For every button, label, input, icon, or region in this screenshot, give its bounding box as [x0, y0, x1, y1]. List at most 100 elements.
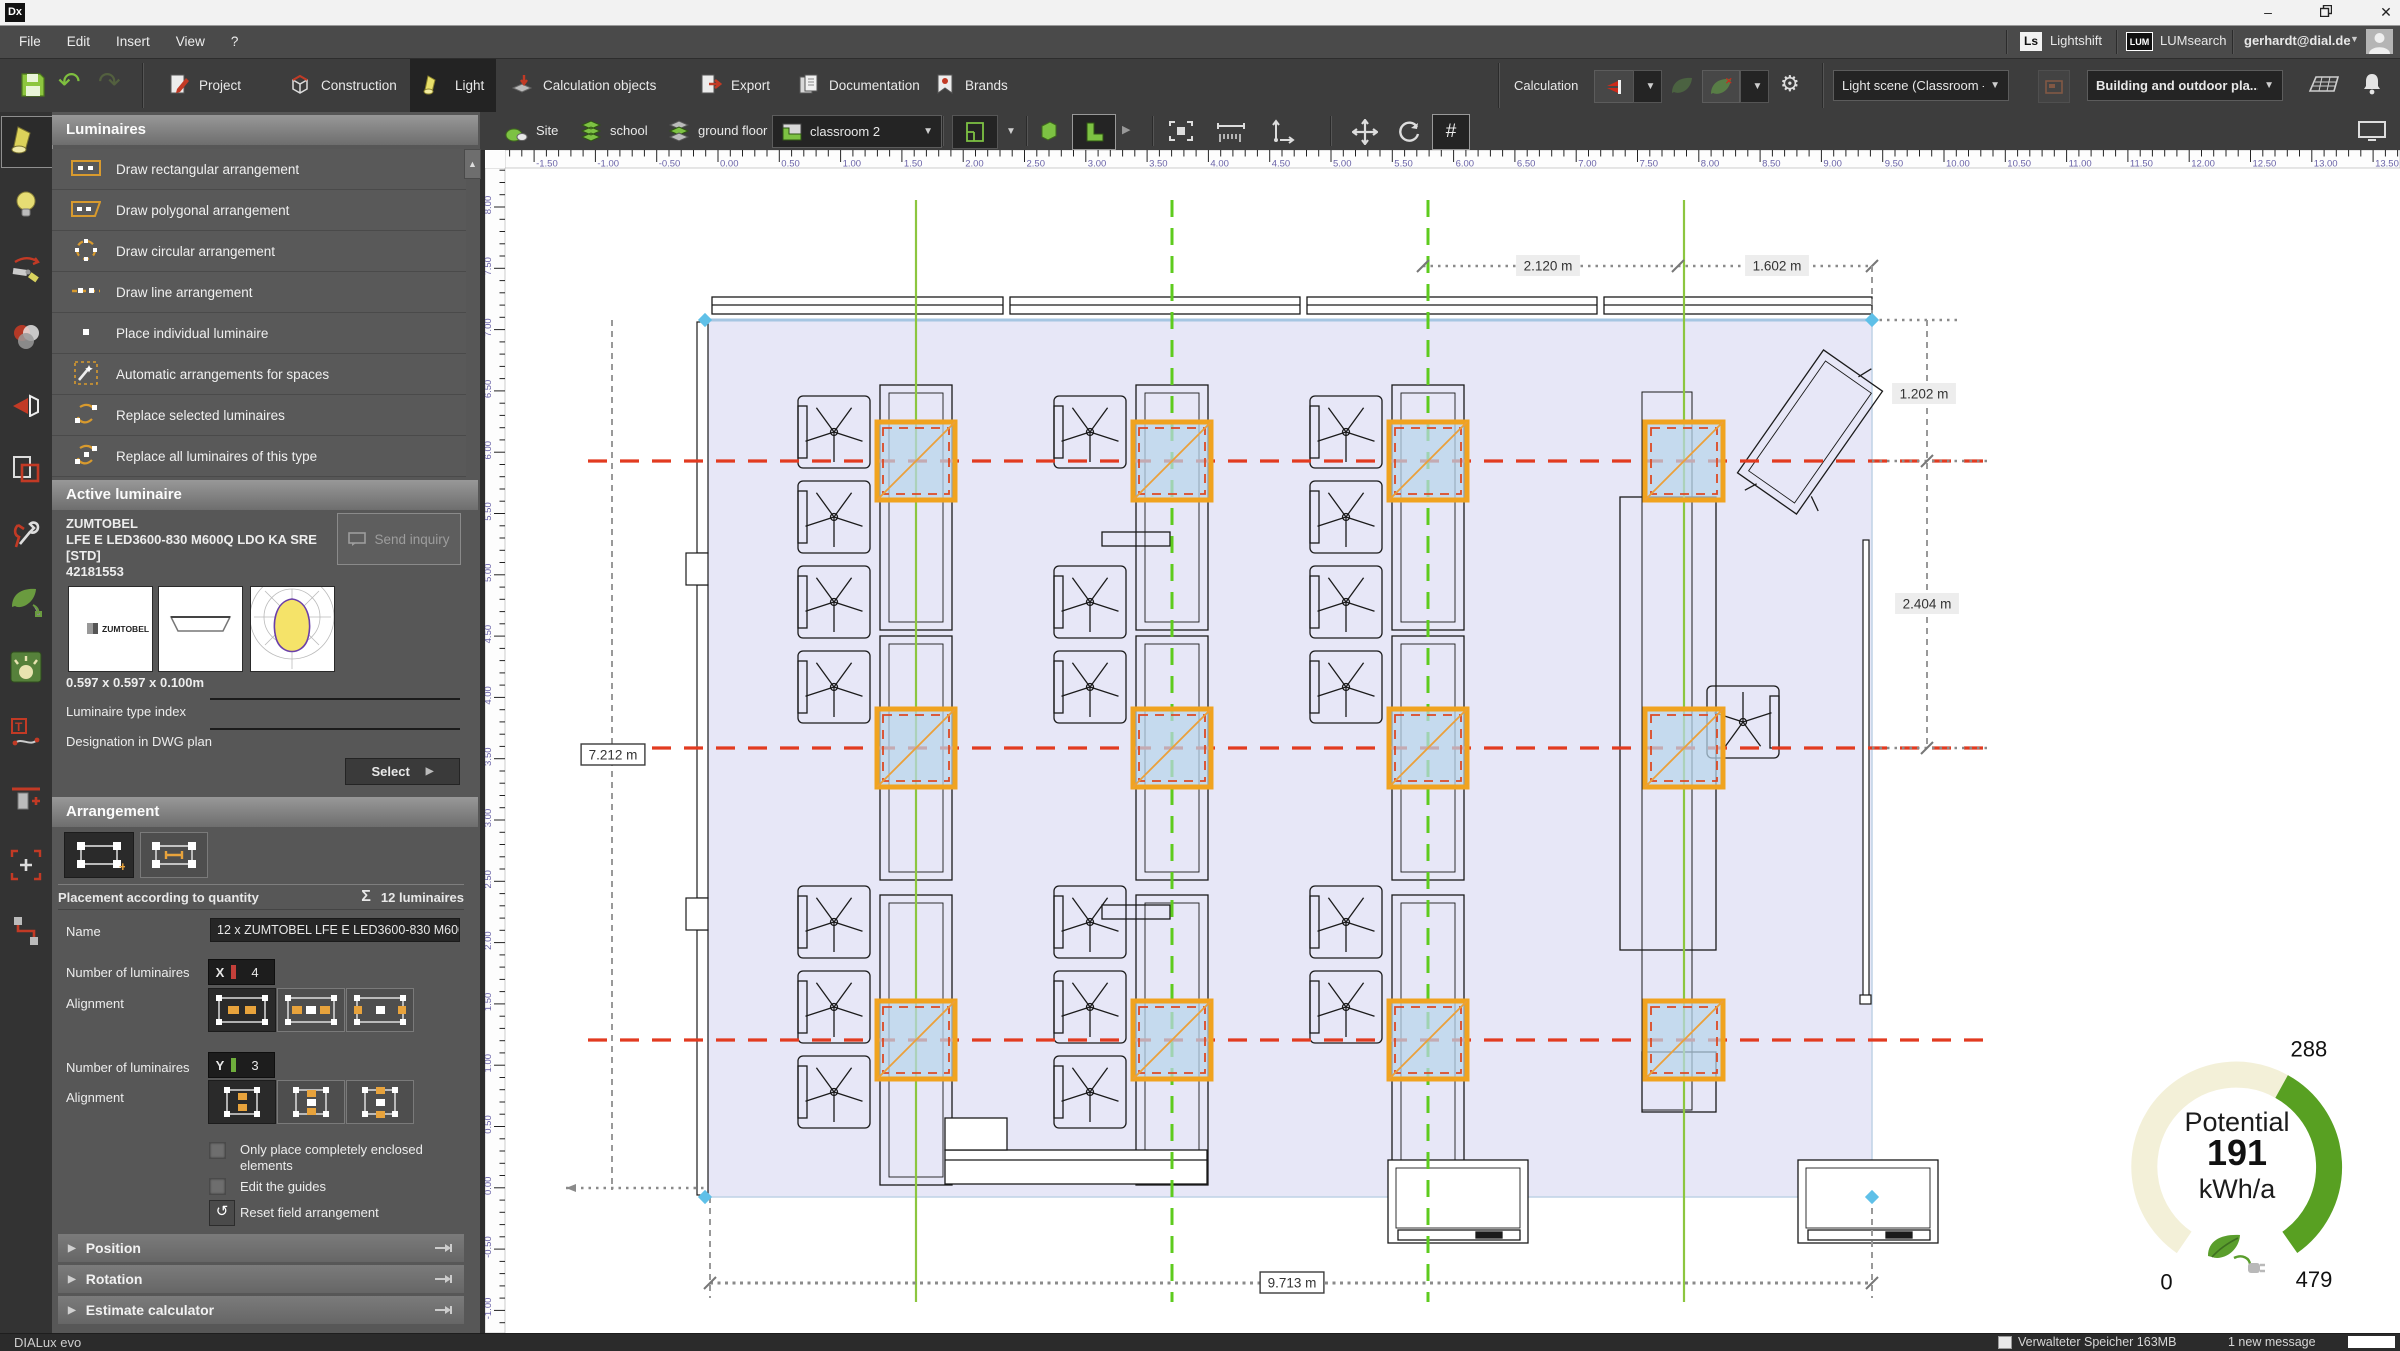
move-tool-button[interactable] — [1351, 118, 1379, 150]
section-position[interactable]: ▶ Position — [58, 1234, 464, 1262]
site-button[interactable]: Site — [536, 123, 558, 138]
action-automatic-arrangements-for-spaces[interactable]: Automatic arrangements for spaces — [52, 354, 466, 395]
luminaire[interactable] — [1645, 709, 1723, 787]
edit-guides-checkbox[interactable] — [209, 1178, 226, 1195]
luminaire[interactable] — [877, 709, 955, 787]
x-align-edge-button[interactable] — [346, 988, 414, 1032]
avatar[interactable] — [2366, 29, 2393, 54]
section-rotation[interactable]: ▶ Rotation — [58, 1265, 464, 1293]
menu-edit[interactable]: Edit — [54, 26, 103, 57]
storey-button[interactable]: ground floor — [698, 123, 767, 138]
space-dropdown[interactable]: classroom 2 ▼ — [772, 115, 942, 148]
solid-view-icon[interactable] — [1036, 118, 1062, 149]
planning-mode-dropdown[interactable]: Building and outdoor pla... ▼ — [2087, 70, 2283, 101]
luminaire[interactable] — [1389, 422, 1467, 500]
building-button[interactable]: school — [610, 123, 648, 138]
close-button[interactable]: ✕ — [2366, 3, 2400, 22]
menu-help[interactable]: ? — [218, 26, 252, 57]
type-index-input[interactable] — [210, 698, 460, 700]
undo-button[interactable]: ↶ — [58, 67, 81, 98]
scroll-up-button[interactable]: ▲ — [464, 149, 481, 179]
start-calculation-button[interactable] — [1594, 70, 1634, 103]
view-expand-caret[interactable]: ▶ — [1122, 123, 1130, 136]
pin-icon[interactable] — [434, 1240, 454, 1256]
luminaire-profile-thumbnail[interactable] — [158, 586, 243, 672]
light-distribution-thumbnail[interactable] — [249, 574, 335, 672]
floor-plan-view-button[interactable] — [952, 115, 998, 149]
tab-brands[interactable]: Brands — [922, 59, 1020, 112]
tab-export[interactable]: Export — [688, 59, 782, 112]
spotlight-tool-button[interactable] — [1, 116, 53, 168]
action-draw-line-arrangement[interactable]: Draw line arrangement — [52, 272, 466, 313]
view-frame-tool-button[interactable] — [1, 842, 51, 892]
arrangement-mode-field-button[interactable]: + — [64, 832, 134, 878]
y-align-center-button[interactable] — [277, 1080, 345, 1124]
arrangement-name-input[interactable]: 12 x ZUMTOBEL LFE E LED3600-830 M600Q LD… — [210, 918, 460, 942]
measure-button[interactable] — [1216, 120, 1246, 149]
brand-logo-thumbnail[interactable]: ZUMTOBEL — [68, 586, 153, 672]
lightbulb-tool-button[interactable] — [1, 182, 51, 232]
connector-tool-button[interactable] — [1, 908, 51, 958]
light-output-tool-button[interactable] — [1, 380, 51, 430]
arrangement-mode-spacing-button[interactable] — [140, 832, 208, 878]
tools-button[interactable] — [1, 512, 51, 562]
drawing-canvas[interactable]: 2.120 m 1.602 m 1.202 m 2.404 m 7.212 m 9.713… — [483, 149, 2400, 1334]
enclosed-elements-checkbox[interactable] — [209, 1142, 226, 1159]
luminaire[interactable] — [877, 422, 955, 500]
message-status[interactable]: 1 new message — [2228, 1335, 2316, 1349]
menu-file[interactable]: File — [6, 26, 54, 57]
lightshift-button[interactable]: Lightshift — [2050, 33, 2102, 48]
x-count-stepper[interactable]: X 4 — [208, 959, 275, 985]
pin-icon[interactable] — [434, 1271, 454, 1287]
action-place-individual-luminaire[interactable]: Place individual luminaire — [52, 313, 466, 354]
luminaire[interactable] — [1133, 1001, 1211, 1079]
luminaire[interactable] — [1645, 1001, 1723, 1079]
horizontal-ruler[interactable]: -1.50 -1.00 -0.50 0.00 0.50 1.00 1.50 2.00 2.50 3… — [504, 149, 2400, 170]
energy-cancel-button[interactable]: ✕ — [1702, 70, 1740, 103]
tab-documentation[interactable]: Documentation — [786, 59, 932, 112]
view-dropdown-caret[interactable]: ▼ — [1000, 126, 1016, 137]
scene-preview-button[interactable] — [2038, 70, 2070, 103]
calculation-dropdown-button[interactable]: ▼ — [1633, 70, 1662, 103]
color-mix-tool-button[interactable] — [1, 314, 51, 364]
account-email[interactable]: gerhardt@dial.de — [2244, 33, 2351, 48]
send-inquiry-button[interactable]: Send inquiry — [337, 513, 461, 565]
action-draw-polygonal-arrangement[interactable]: Draw polygonal arrangement — [52, 190, 466, 231]
display-output-button[interactable] — [2358, 121, 2386, 146]
calculation-settings-button[interactable]: ⚙ — [1780, 71, 1800, 97]
tab-calculation-objects[interactable]: Calculation objects — [498, 59, 668, 112]
pin-icon[interactable] — [434, 1302, 454, 1318]
daylight-tool-button[interactable] — [1, 644, 51, 694]
light-scene-dropdown[interactable]: Light scene (Classroom -... ▼ — [1833, 70, 2009, 101]
action-draw-circular-arrangement[interactable]: Draw circular arrangement — [52, 231, 466, 272]
x-align-left-button[interactable] — [208, 988, 276, 1032]
x-align-center-button[interactable] — [277, 988, 345, 1032]
text-path-tool-button[interactable]: T — [1, 710, 51, 760]
plan-view-button[interactable] — [1072, 114, 1116, 150]
energy-report-icon[interactable] — [1670, 75, 1694, 102]
menu-view[interactable]: View — [163, 26, 218, 57]
vertical-measure-button[interactable] — [1270, 118, 1296, 149]
luminaire[interactable] — [1133, 709, 1211, 787]
action-replace-selected-luminaires[interactable]: Replace selected luminaires — [52, 395, 466, 436]
floor-plan[interactable]: 2.120 m 1.602 m 1.202 m 2.404 m 7.212 m 9.713… — [483, 149, 2400, 1334]
luminaire[interactable] — [1645, 422, 1723, 500]
solar-panel-button[interactable] — [2308, 74, 2342, 101]
save-button[interactable] — [20, 72, 46, 103]
joint-arm-tool-button[interactable] — [1, 248, 51, 298]
notifications-button[interactable] — [2362, 72, 2382, 101]
tab-construction[interactable]: Construction — [276, 59, 409, 112]
account-caret-icon[interactable]: ▼ — [2350, 34, 2359, 44]
redo-button[interactable]: ↷ — [98, 67, 121, 98]
luminaire[interactable] — [1133, 422, 1211, 500]
select-luminaire-button[interactable]: Select ▶ — [345, 758, 460, 785]
luminaire[interactable] — [877, 1001, 955, 1079]
tab-light[interactable]: Light — [410, 59, 497, 112]
y-align-edge-button[interactable] — [346, 1080, 414, 1124]
rotate-tool-button[interactable] — [1396, 119, 1422, 150]
action-draw-rectangular-arrangement[interactable]: Draw rectangular arrangement — [52, 149, 466, 190]
energy-tool-button[interactable] — [1, 578, 51, 628]
menu-insert[interactable]: Insert — [103, 26, 163, 57]
minimize-button[interactable]: – — [2248, 3, 2288, 22]
section-tool-button[interactable] — [1, 776, 51, 826]
